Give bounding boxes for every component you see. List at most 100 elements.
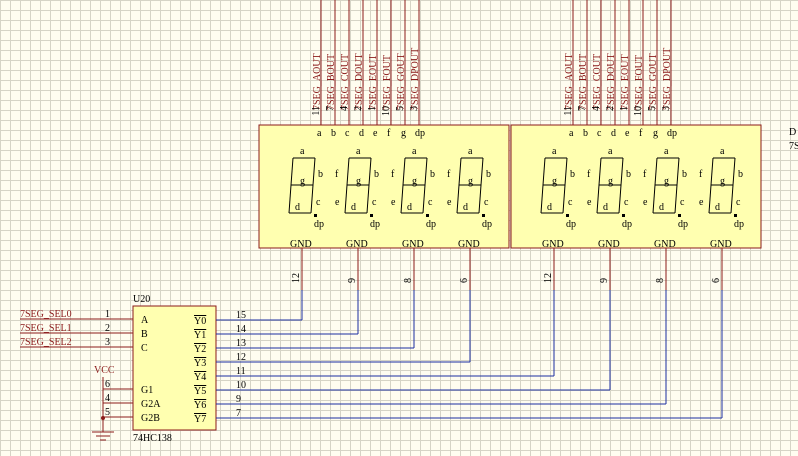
output-pin-number: 9 [236,394,241,405]
net-label: 7SEG_DOUT [354,53,365,110]
output-pin-number: 7 [236,408,241,419]
seg-label-d: d [351,202,356,213]
seg-label-e: e [699,197,704,208]
gnd-pin-number: 8 [403,278,414,283]
top-pin-label: c [597,128,602,139]
schematic-canvas: 7SEG_AOUT117SEG_BOUT7 7SEG_COUT4 7SEG_DOUT… [20,0,798,444]
input-pin-label: B [141,329,148,340]
gnd-pin-number: 12 [543,273,554,283]
gnd-pin-label: GND [290,239,312,250]
seg-label-g: g [468,176,473,187]
seg-label-e: e [335,197,340,208]
output-pin-number: 13 [236,338,246,349]
seg-label-c: c [680,197,685,208]
enable-pin-label: G2A [141,399,161,410]
enable-pin-number: 6 [105,379,110,390]
pin-number: 3 [661,106,672,111]
output-pin-number: 10 [236,380,246,391]
pin-number: 3 [409,106,420,111]
top-pin-label: g [401,128,406,139]
net-label: 7SEG_DPOUT [410,48,421,110]
input-pin-number: 1 [105,309,110,320]
net-label: 7SEG_AOUT [312,53,323,110]
decimal-point-dot [314,214,317,217]
vcc-label: VCC [94,365,115,376]
output-pin-number: 12 [236,352,246,363]
output-pin-label: Y6 [194,400,206,411]
enable-pin-number: 5 [105,407,110,418]
gnd-pin-label: GND [402,239,424,250]
pin-number: 2 [353,106,364,111]
seg-label-c: c [484,197,489,208]
input-net-label: 7SEG_SEL2 [20,337,72,348]
seg-label-dp: dp [566,219,576,230]
pin-number: 7 [325,106,336,111]
output-pin-number: 11 [236,366,246,377]
input-pin-label: A [141,315,149,326]
enable-pin-number: 4 [105,393,110,404]
top-pin-label: b [583,128,588,139]
output-pin-label: Y1 [194,330,206,341]
gnd-pin-label: GND [542,239,564,250]
net-label: 7SEG_COUT [340,54,351,110]
input-net-label: 7SEG_SEL0 [20,309,72,320]
decimal-point-dot [678,214,681,217]
seg-label-dp: dp [370,219,380,230]
output-pin-label: Y4 [194,372,206,383]
seg-label-a: a [412,146,417,157]
decimal-point-dot [426,214,429,217]
seg-label-dp: dp [678,219,688,230]
pin-number: 11 [311,106,322,116]
pin-number: 1 [367,106,378,111]
pin-number: 5 [647,106,658,111]
seg-label-c: c [428,197,433,208]
seg-label-b: b [430,169,435,180]
pin-number: 11 [563,106,574,116]
seg-label-d: d [659,202,664,213]
output-pin-label: Y7 [194,414,206,425]
decimal-point-dot [566,214,569,217]
top-pin-label: a [569,128,574,139]
net-label: 7SEG_FOUT [382,55,393,110]
net-label: 7SEG_BOUT [578,54,589,110]
gnd-pin-label: GND [458,239,480,250]
net-label: 7SEG_COUT [592,54,603,110]
pin-number: 1 [619,106,630,111]
seg-label-g: g [552,176,557,187]
seg-label-c: c [372,197,377,208]
seg-label-b: b [682,169,687,180]
gnd-pin-label: GND [598,239,620,250]
pin-number: 5 [395,106,406,111]
seg-label-a: a [608,146,613,157]
top-pin-label: g [653,128,658,139]
net-label: 7SEG_BOUT [326,54,337,110]
seg-label-g: g [608,176,613,187]
junction-dot [101,416,105,420]
output-pin-number: 15 [236,310,246,321]
output-pin-label: Y3 [194,358,206,369]
net-label: 7SEG_DOUT [606,53,617,110]
pin-number: 7 [577,106,588,111]
seg-label-c: c [568,197,573,208]
output-pin-label: Y0 [194,316,206,327]
seg-label-b: b [486,169,491,180]
seg-label-c: c [736,197,741,208]
seg-label-a: a [552,146,557,157]
seg-label-b: b [626,169,631,180]
net-label: 7SEG_GOUT [396,53,407,110]
decoder-ref: U20 [133,294,150,305]
input-net-label: 7SEG_SEL1 [20,323,72,334]
decimal-point-dot [370,214,373,217]
seg-label-d: d [547,202,552,213]
top-pin-label: a [317,128,322,139]
seg-label-g: g [720,176,725,187]
top-pin-label: dp [415,128,425,139]
seg-label-c: c [624,197,629,208]
net-label: 7SEG_DPOUT [662,48,673,110]
edge-label-bottom: 7S [789,141,798,152]
seg-label-a: a [720,146,725,157]
top-pin-label: d [611,128,616,139]
decimal-point-dot [482,214,485,217]
gnd-pin-number: 9 [347,278,358,283]
seg-label-dp: dp [734,219,744,230]
